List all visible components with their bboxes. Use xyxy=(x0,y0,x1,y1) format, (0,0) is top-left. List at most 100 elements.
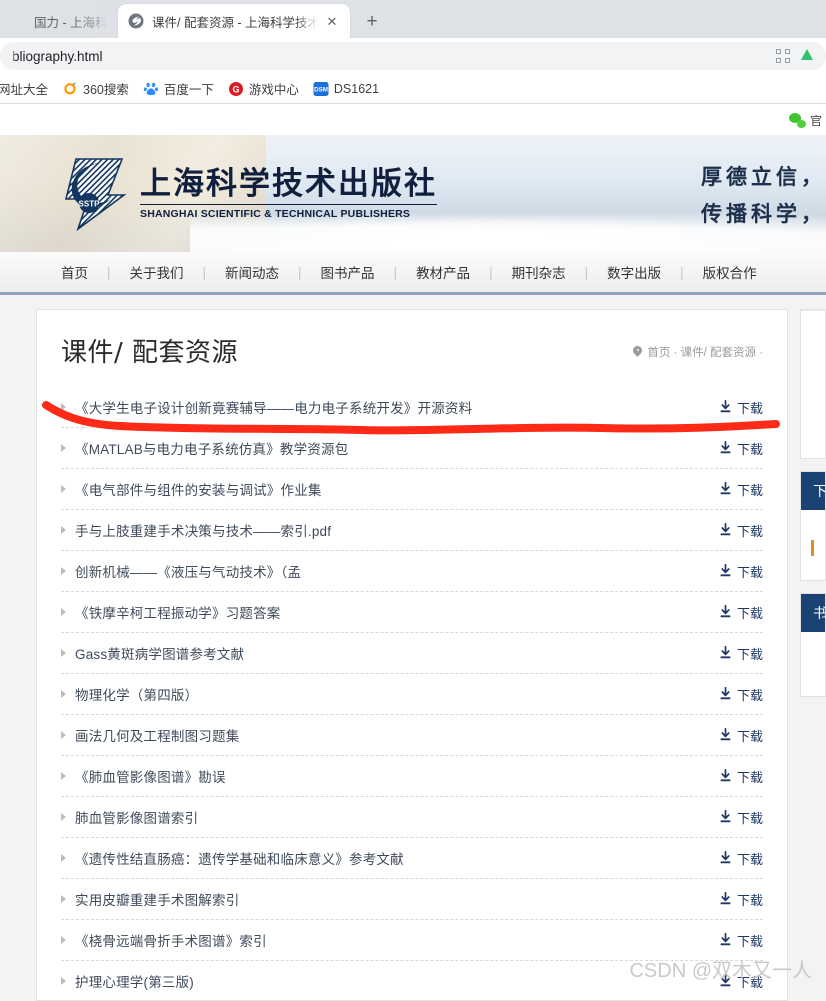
download-button[interactable]: 下载 xyxy=(719,521,763,540)
bookmark-item[interactable]: 百度一下 xyxy=(143,79,214,98)
card-header: 课件/ 配套资源 首页 · 课件/ 配套资源 · xyxy=(61,332,763,369)
site-banner: SSTP 上海科学技术出版社 SHANGHAI SCIENTIFIC & TEC… xyxy=(0,135,826,252)
qr-code-icon[interactable] xyxy=(776,49,790,63)
download-label: 下载 xyxy=(736,482,763,498)
site-logo-name-cn: 上海科学技术出版社 xyxy=(140,165,437,202)
nav-item-about[interactable]: 关于我们 xyxy=(111,262,203,282)
baidu-icon xyxy=(143,81,159,97)
download-row[interactable]: 《MATLAB与电力电子系统仿真》教学资源包 下载 xyxy=(61,428,763,469)
download-icon xyxy=(719,399,732,414)
download-row[interactable]: 《遗传性结直肠癌：遗传学基础和临床意义》参考文献 下载 xyxy=(61,838,763,879)
download-label: 下载 xyxy=(736,605,763,621)
bookmark-label: 百度一下 xyxy=(163,83,214,97)
download-row[interactable]: 肺血管影像图谱索引 下载 xyxy=(61,797,763,838)
download-button[interactable]: 下载 xyxy=(719,685,763,704)
bookmark-label: DS1621 xyxy=(333,81,380,96)
download-row[interactable]: 手与上肢重建手术决策与技术——索引.pdf 下载 xyxy=(61,510,763,551)
download-label: 下载 xyxy=(736,564,763,580)
nav-item-copyright[interactable]: 版权合作 xyxy=(684,262,776,282)
download-row[interactable]: Gass黄斑病学图谱参考文献 下载 xyxy=(61,633,763,674)
download-row[interactable]: 画法几何及工程制图习题集 下载 xyxy=(61,715,763,756)
download-row-left: 《大学生电子设计创新竟赛辅导——电力电子系统开发》开源资料 xyxy=(61,397,472,417)
banner-slogan-line1: 厚德立信， xyxy=(701,165,826,189)
download-row[interactable]: 《大学生电子设计创新竟赛辅导——电力电子系统开发》开源资料 下载 xyxy=(61,387,763,428)
browser-toolbar: bliography.html xyxy=(0,38,826,74)
extension-icon[interactable] xyxy=(800,48,814,65)
download-row[interactable]: 实用皮瓣重建手术图解索引 下载 xyxy=(61,879,763,920)
browser-tab-active[interactable]: 课件/ 配套资源 - 上海科学技术 ✕ xyxy=(118,4,350,38)
bookmark-item[interactable]: 360搜索 xyxy=(62,79,129,98)
resource-title: 肺血管影像图谱索引 xyxy=(75,811,199,826)
bookmark-item[interactable]: 网址大全 xyxy=(0,79,48,98)
wechat-label: 官 xyxy=(809,113,822,128)
360-search-icon xyxy=(62,81,78,97)
breadcrumb: 首页 · 课件/ 配套资源 · xyxy=(633,332,763,360)
resource-title: 创新机械——《液压与气动技术》（孟 xyxy=(75,565,302,580)
nav-item-journals[interactable]: 期刊杂志 xyxy=(493,262,585,282)
resource-title: 《铁摩辛柯工程振动学》习题答案 xyxy=(75,606,281,621)
browser-window: 国力 - 上海科学技 课件/ 配套资源 - 上海科学技术 ✕ + bliogra… xyxy=(0,0,826,1001)
resource-title: 《大学生电子设计创新竟赛辅导——电力电子系统开发》开源资料 xyxy=(75,401,473,416)
download-label: 下载 xyxy=(736,810,763,826)
bookmark-item[interactable]: G 游戏中心 xyxy=(228,79,299,98)
new-tab-button[interactable]: + xyxy=(358,7,386,35)
nav-item-news[interactable]: 新闻动态 xyxy=(206,262,298,282)
download-row-left: 手与上肢重建手术决策与技术——索引.pdf xyxy=(61,520,331,540)
download-row[interactable]: 创新机械——《液压与气动技术》（孟 下载 xyxy=(61,551,763,592)
download-row[interactable]: 《肺血管影像图谱》勘误 下载 xyxy=(61,756,763,797)
browser-tab-inactive[interactable]: 国力 - 上海科学技 xyxy=(0,4,118,38)
site-logo[interactable]: SSTP 上海科学技术出版社 SHANGHAI SCIENTIFIC & TEC… xyxy=(58,157,437,232)
download-icon xyxy=(719,563,732,578)
download-row[interactable]: 《铁摩辛柯工程振动学》习题答案 下载 xyxy=(61,592,763,633)
download-button[interactable]: 下载 xyxy=(719,767,763,786)
resource-title: 《电气部件与组件的安装与调试》作业集 xyxy=(75,483,322,498)
page-title: 课件/ 配套资源 xyxy=(61,338,239,368)
download-button[interactable]: 下载 xyxy=(719,480,763,499)
download-button[interactable]: 下载 xyxy=(719,890,763,909)
url-text: bliography.html xyxy=(12,48,103,64)
page-content: 课件/ 配套资源 首页 · 课件/ 配套资源 · 《大学生电子设计创新竟赛辅导—… xyxy=(0,295,826,1001)
download-row-left: 《铁摩辛柯工程振动学》习题答案 xyxy=(61,602,281,622)
address-bar[interactable]: bliography.html xyxy=(0,42,826,70)
nav-item-digital[interactable]: 数字出版 xyxy=(588,262,680,282)
wechat-icon[interactable] xyxy=(788,112,806,128)
svg-text:DSM: DSM xyxy=(314,86,328,93)
download-row[interactable]: 物理化学（第四版） 下载 xyxy=(61,674,763,715)
download-button[interactable]: 下载 xyxy=(719,808,763,827)
download-button[interactable]: 下载 xyxy=(719,562,763,581)
download-button[interactable]: 下载 xyxy=(719,849,763,868)
download-button[interactable]: 下载 xyxy=(719,931,763,950)
nav-item-home[interactable]: 首页 xyxy=(42,262,107,282)
csdn-watermark: CSDN @双木又一人 xyxy=(629,960,812,982)
close-icon[interactable]: ✕ xyxy=(324,13,340,29)
download-icon xyxy=(719,727,732,742)
resource-title: 手与上肢重建手术决策与技术——索引.pdf xyxy=(75,524,332,539)
download-row-left: 创新机械——《液压与气动技术》（孟 xyxy=(61,561,301,581)
download-button[interactable]: 下载 xyxy=(719,726,763,745)
caret-right-icon xyxy=(61,854,66,862)
sidebar-box-books[interactable]: 书 xyxy=(800,593,826,697)
download-label: 下载 xyxy=(736,769,763,785)
location-pin-icon xyxy=(633,346,642,358)
download-button[interactable]: 下载 xyxy=(719,644,763,663)
resource-title: 《桡骨远端骨折手术图谱》索引 xyxy=(75,934,267,949)
download-label: 下载 xyxy=(736,441,763,457)
bookmark-item[interactable]: DSM DS1621 xyxy=(313,81,379,97)
caret-right-icon xyxy=(61,608,66,616)
nav-item-books[interactable]: 图书产品 xyxy=(302,262,394,282)
sidebar-box-downloads-title: 下 xyxy=(801,472,825,510)
caret-right-icon xyxy=(61,895,66,903)
download-button[interactable]: 下载 xyxy=(719,603,763,622)
site-nav: 首页 | 关于我们 | 新闻动态 | 图书产品 | 教材产品 | 期刊杂志 | … xyxy=(0,252,826,295)
nav-item-textbooks[interactable]: 教材产品 xyxy=(397,262,489,282)
download-button[interactable]: 下载 xyxy=(719,398,763,417)
breadcrumb-text: 首页 · 课件/ 配套资源 · xyxy=(647,347,763,359)
download-label: 下载 xyxy=(736,728,763,744)
sidebar-line xyxy=(811,642,815,652)
bookmark-label: 网址大全 xyxy=(0,83,49,97)
download-icon xyxy=(719,604,732,619)
download-row[interactable]: 《电气部件与组件的安装与调试》作业集 下载 xyxy=(61,469,763,510)
download-icon xyxy=(719,850,732,865)
sidebar-box-downloads[interactable]: 下 xyxy=(800,471,826,581)
download-button[interactable]: 下载 xyxy=(719,439,763,458)
